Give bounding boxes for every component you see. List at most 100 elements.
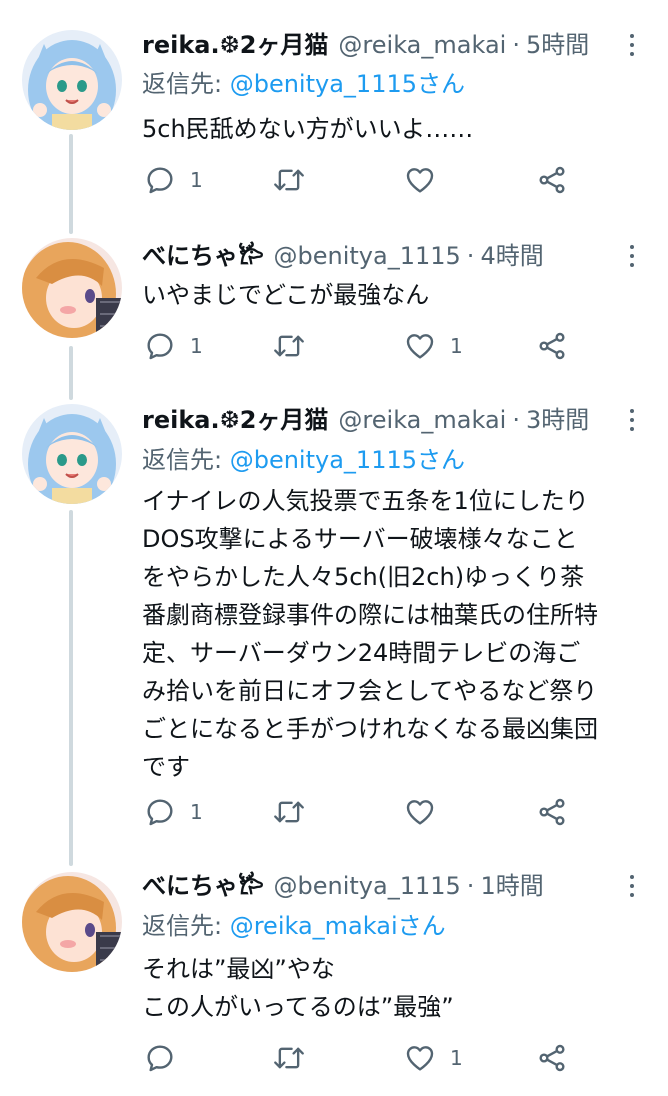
retweet-icon	[274, 1047, 304, 1069]
timestamp[interactable]: 1時間	[480, 868, 543, 904]
retweet-icon	[274, 801, 304, 823]
display-name[interactable]: べにちゃ𐂂	[142, 238, 264, 274]
tweet-text: いやまじでどこが最強なん	[142, 276, 642, 314]
heart-icon	[406, 168, 434, 193]
share-icon	[539, 166, 565, 194]
like-count: 1	[450, 334, 463, 358]
like-button[interactable]: 1	[404, 1038, 463, 1078]
reply-button[interactable]: 1	[144, 160, 203, 200]
tweet-text-line: 番劇商標登録事件の際には柚葉氏の住所特	[142, 601, 598, 629]
tweet[interactable]: reika.❆2ヶ月猫 @reika_makai · 5時間 返信先: @ben…	[0, 0, 668, 222]
like-button[interactable]	[404, 160, 450, 200]
reply-button[interactable]: 1	[144, 326, 203, 366]
timestamp[interactable]: 4時間	[480, 238, 543, 274]
share-icon	[539, 798, 565, 826]
action-bar: 1	[142, 792, 592, 832]
tweet-text-line: イナイレの人気投票で五条を1位にしたり	[142, 487, 589, 515]
tweet[interactable]: reika.❆2ヶ月猫 @reika_makai · 3時間 返信先: @ben…	[0, 390, 668, 856]
retweet-button[interactable]	[272, 160, 320, 200]
tweet[interactable]: べにちゃ𐂂 @benitya_1115 · 1時間 返信先: @reika_ma…	[0, 856, 668, 1096]
share-button[interactable]	[536, 1038, 568, 1078]
like-count: 1	[450, 1046, 463, 1070]
tweet-text-line: DOS攻撃によるサーバー破壊様々なこと	[142, 525, 578, 553]
user-handle[interactable]: @reika_makai	[338, 402, 506, 438]
retweet-button[interactable]	[272, 1038, 320, 1078]
reply-button[interactable]	[144, 1038, 190, 1078]
reply-icon	[147, 799, 173, 826]
tweet-thread: reika.❆2ヶ月猫 @reika_makai · 5時間 返信先: @ben…	[0, 0, 668, 1096]
display-name[interactable]: べにちゃ𐂂	[142, 868, 264, 904]
separator-dot: ·	[466, 872, 475, 900]
reply-icon	[147, 333, 173, 360]
action-bar: 1 1	[142, 326, 592, 366]
more-vertical-icon[interactable]	[620, 27, 644, 63]
reply-count: 1	[190, 800, 203, 824]
user-handle[interactable]: @benitya_1115	[274, 868, 461, 904]
heart-icon	[406, 1046, 434, 1071]
replying-to: 返信先: @benitya_1115さん	[142, 66, 465, 102]
tweet-text-line: ごとになると手がつけれなくなる最凶集団	[142, 715, 598, 743]
user-handle[interactable]: @reika_makai	[338, 27, 506, 63]
avatar[interactable]	[22, 872, 122, 972]
reply-count: 1	[190, 168, 203, 192]
more-vertical-icon[interactable]	[620, 238, 644, 274]
display-name[interactable]: reika.❆2ヶ月猫	[142, 27, 328, 63]
reply-mention-link[interactable]: @benitya_1115さん	[230, 446, 465, 474]
retweet-icon	[274, 169, 304, 191]
timestamp[interactable]: 3時間	[526, 402, 589, 438]
separator-dot: ·	[512, 406, 520, 434]
tweet-text-line: この人がいってるのは”最強”	[142, 993, 454, 1021]
avatar-image	[22, 238, 122, 338]
tweet[interactable]: べにちゃ𐂂 @benitya_1115 · 4時間 いやまじでどこが最強なん 1…	[0, 222, 668, 390]
separator-dot: ·	[466, 242, 475, 270]
replying-to-label: 返信先:	[142, 446, 230, 474]
replying-to-label: 返信先:	[142, 70, 230, 98]
avatar-image	[22, 30, 122, 130]
retweet-button[interactable]	[272, 792, 320, 832]
replying-to: 返信先: @reika_makaiさん	[142, 908, 446, 944]
like-button[interactable]	[404, 792, 450, 832]
avatar-image	[22, 872, 122, 972]
share-button[interactable]	[536, 160, 568, 200]
tweet-text-line: いやまじでどこが最強なん	[142, 281, 430, 309]
tweet-header: reika.❆2ヶ月猫 @reika_makai · 5時間	[142, 27, 612, 63]
tweet-text-line: です	[142, 753, 190, 781]
replying-to: 返信先: @benitya_1115さん	[142, 442, 465, 478]
share-icon	[539, 332, 565, 360]
tweet-header: べにちゃ𐂂 @benitya_1115 · 4時間	[142, 238, 612, 274]
avatar[interactable]	[22, 30, 122, 130]
share-icon	[539, 1044, 565, 1072]
user-handle[interactable]: @benitya_1115	[274, 238, 461, 274]
display-name[interactable]: reika.❆2ヶ月猫	[142, 402, 328, 438]
action-bar: 1	[142, 1038, 592, 1078]
more-vertical-icon[interactable]	[620, 868, 644, 904]
reply-button[interactable]: 1	[144, 792, 203, 832]
tweet-text: それは”最凶”やな この人がいってるのは”最強”	[142, 950, 642, 1026]
reply-mention-link[interactable]: @benitya_1115さん	[230, 70, 465, 98]
heart-icon	[406, 800, 434, 825]
tweet-text-line: 5ch民舐めない方がいいよ……	[142, 115, 474, 143]
reply-count: 1	[190, 334, 203, 358]
tweet-text-line: み拾いを前日にオフ会としてやるなど祭り	[142, 677, 598, 705]
action-bar: 1	[142, 160, 592, 200]
tweet-text: イナイレの人気投票で五条を1位にしたり DOS攻撃によるサーバー破壊様々なこと …	[142, 482, 642, 786]
avatar-image	[22, 404, 122, 504]
reply-mention-link[interactable]: @reika_makaiさん	[230, 912, 446, 940]
like-button[interactable]: 1	[404, 326, 463, 366]
timestamp[interactable]: 5時間	[526, 27, 589, 63]
more-vertical-icon[interactable]	[620, 402, 644, 438]
tweet-text: 5ch民舐めない方がいいよ……	[142, 110, 642, 148]
reply-icon	[147, 1045, 173, 1072]
share-button[interactable]	[536, 792, 568, 832]
reply-icon	[147, 167, 173, 194]
avatar[interactable]	[22, 404, 122, 504]
retweet-icon	[274, 335, 304, 357]
tweet-header: reika.❆2ヶ月猫 @reika_makai · 3時間	[142, 402, 612, 438]
tweet-text-line: 定、サーバーダウン24時間テレビの海ご	[142, 639, 581, 667]
retweet-button[interactable]	[272, 326, 320, 366]
heart-icon	[406, 334, 434, 359]
separator-dot: ·	[512, 31, 520, 59]
share-button[interactable]	[536, 326, 568, 366]
tweet-text-line: それは”最凶”やな	[142, 955, 335, 983]
avatar[interactable]	[22, 238, 122, 338]
